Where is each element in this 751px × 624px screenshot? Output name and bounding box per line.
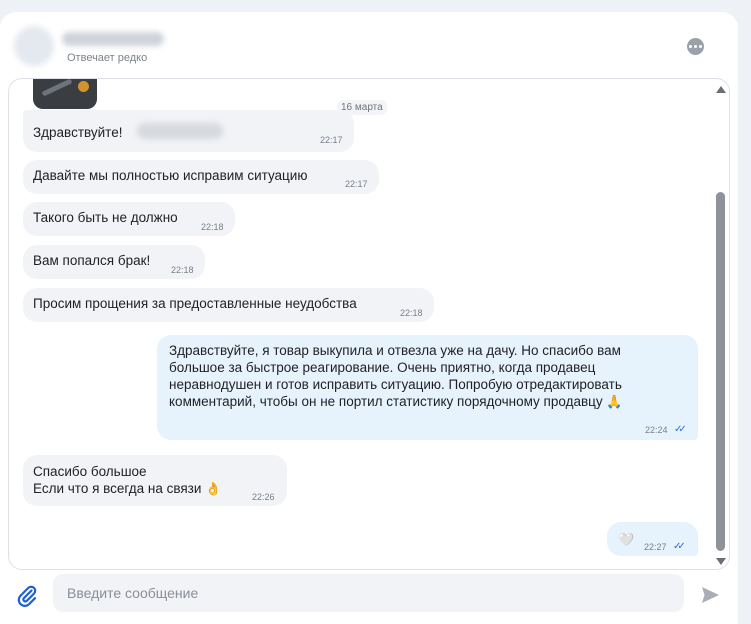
scrollbar-thumb[interactable]	[716, 192, 725, 551]
send-arrow-icon[interactable]	[700, 585, 720, 605]
message-input[interactable]	[53, 574, 684, 612]
message-bubble-incoming: Вам попался брак! 22:18	[23, 245, 205, 279]
message-text-block: Спасибо большое Если что я всегда на свя…	[33, 463, 221, 497]
message-time: 22:18	[201, 222, 224, 232]
heart-emoji: 🤍	[618, 532, 635, 547]
message-time: 22:27	[644, 542, 667, 552]
message-text: Давайте мы полностью исправим ситуацию	[33, 168, 308, 183]
redacted-name	[137, 123, 223, 139]
message-time: 22:24	[645, 425, 668, 435]
message-time: 22:17	[320, 135, 343, 145]
message-text: Такого быть не должно	[33, 210, 178, 225]
message-text: Здравствуйте, я товар выкупила и отвезла…	[169, 343, 622, 409]
ok-hand-emoji: 👌	[205, 481, 222, 496]
message-bubble-incoming: Просим прощения за предоставленные неудо…	[23, 288, 434, 322]
paperclip-icon[interactable]	[15, 584, 39, 608]
more-dots-icon[interactable]	[687, 38, 704, 55]
message-time: 22:17	[345, 179, 368, 189]
image-attachment-thumbnail[interactable]	[33, 79, 97, 109]
contact-name-redacted	[62, 32, 164, 46]
message-line: Если что я всегда на связи	[33, 481, 202, 496]
message-time: 22:18	[400, 308, 423, 318]
message-bubble-incoming: Давайте мы полностью исправим ситуацию 2…	[23, 160, 379, 194]
message-line: Спасибо большое	[33, 464, 147, 479]
message-bubble-incoming: Спасибо большое Если что я всегда на свя…	[23, 455, 287, 506]
pray-emoji: 🙏	[606, 394, 623, 409]
read-ticks-icon: ✓✓	[673, 541, 686, 552]
chat-window: Отвечает редко 16 марта Здравствуйте! 22…	[0, 12, 738, 624]
message-list: 16 марта Здравствуйте! 22:17 Давайте мы …	[8, 78, 730, 570]
message-bubble-outgoing: Здравствуйте, я товар выкупила и отвезла…	[157, 335, 698, 440]
message-text-block: Здравствуйте, я товар выкупила и отвезла…	[169, 342, 674, 410]
message-composer	[0, 572, 738, 624]
avatar[interactable]	[14, 26, 54, 66]
message-text: Здравствуйте!	[33, 125, 123, 140]
message-text: Просим прощения за предоставленные неудо…	[33, 296, 357, 311]
message-time: 22:26	[252, 492, 275, 502]
read-ticks-icon: ✓✓	[674, 424, 687, 435]
message-bubble-incoming: Здравствуйте! 22:17	[23, 110, 354, 152]
message-time: 22:18	[171, 265, 194, 275]
scroll-down-arrow-icon[interactable]	[716, 558, 726, 565]
message-bubble-incoming: Такого быть не должно 22:18	[23, 202, 235, 236]
message-text: Вам попался брак!	[33, 253, 151, 268]
contact-status: Отвечает редко	[67, 52, 148, 64]
scroll-up-arrow-icon[interactable]	[716, 86, 726, 93]
message-line-with-emoji: Если что я всегда на связи 👌	[33, 480, 221, 497]
chat-header: Отвечает редко	[0, 12, 738, 78]
message-bubble-outgoing: 🤍 22:27 ✓✓	[607, 522, 698, 556]
